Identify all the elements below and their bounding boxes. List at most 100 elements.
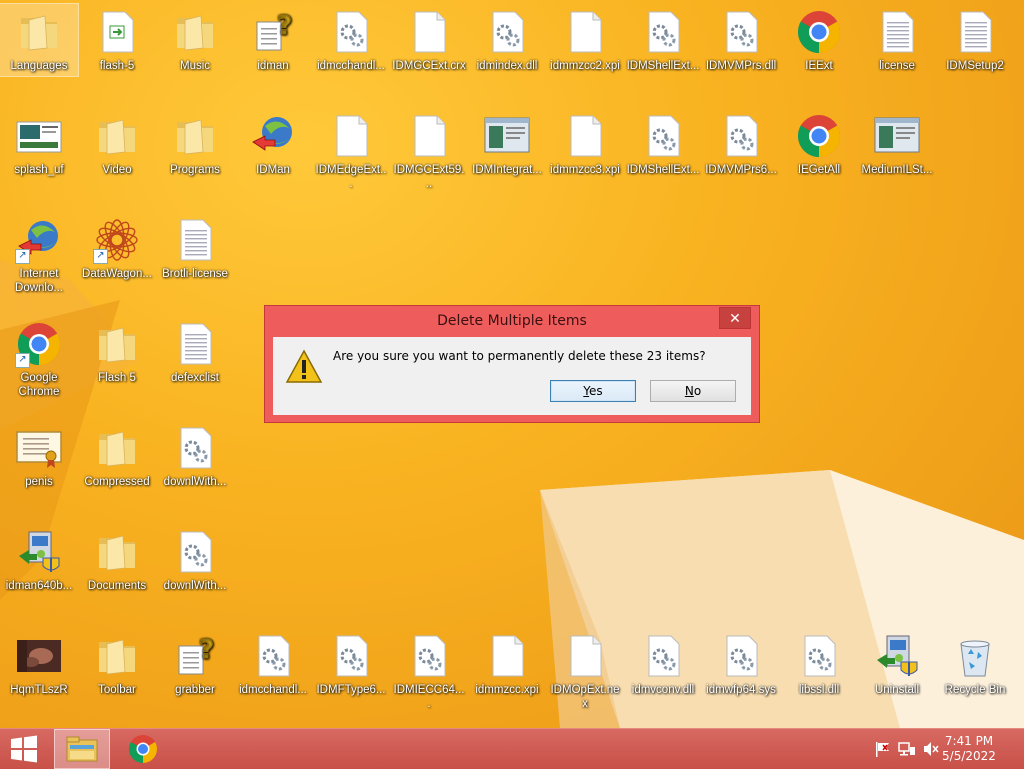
- desktop-icon[interactable]: IDMan: [234, 108, 312, 208]
- desktop-icon[interactable]: IDMGCExt59...: [390, 108, 468, 208]
- delete-dialog: Delete Multiple Items ✕ Are you sure you…: [264, 305, 760, 423]
- certificate-icon: [15, 424, 63, 472]
- desktop-icon[interactable]: IDMVMPrs6...: [702, 108, 780, 208]
- desktop-icon[interactable]: Brotli-license: [156, 212, 234, 312]
- clock-time: 7:41 PM: [944, 734, 994, 748]
- desktop-icon[interactable]: IEExt: [780, 4, 858, 104]
- start-button[interactable]: [0, 729, 48, 769]
- desktop-icon[interactable]: Programs: [156, 108, 234, 208]
- help-icon: ?: [171, 632, 219, 680]
- dll-icon: [717, 632, 765, 680]
- desktop-icon[interactable]: libssl.dll: [780, 628, 858, 728]
- dll-icon: [405, 632, 453, 680]
- desktop-icon[interactable]: flash-5: [78, 4, 156, 104]
- action-center-flag-icon[interactable]: [874, 741, 892, 757]
- chrome-icon: [129, 735, 157, 763]
- folder-icon: [93, 528, 141, 576]
- desktop-icon[interactable]: Documents: [78, 524, 156, 624]
- desktop-icon[interactable]: ↗ Internet Downlo...: [0, 212, 78, 312]
- desktop-icon[interactable]: IDMSetup2: [936, 4, 1014, 104]
- folder-icon: [93, 424, 141, 472]
- dialog-message: Are you sure you want to permanently del…: [333, 349, 706, 363]
- desktop-icon-label: IDMGCExt.crx: [392, 60, 466, 72]
- desktop-icon[interactable]: ↗ DataWagon...: [78, 212, 156, 312]
- desktop-icon-label: idmmzcc2.xpi: [550, 60, 620, 72]
- image-icon: [15, 112, 63, 160]
- dialog-titlebar[interactable]: Delete Multiple Items ✕: [265, 306, 759, 336]
- desktop-icon-label: splash_uf: [14, 164, 64, 176]
- yes-button[interactable]: Yes: [550, 380, 636, 402]
- text-icon: [171, 320, 219, 368]
- desktop-icon[interactable]: idmmzcc2.xpi: [546, 4, 624, 104]
- desktop-icon[interactable]: Toolbar: [78, 628, 156, 728]
- desktop-icon-label: IDMOpExt.nex: [550, 684, 620, 710]
- desktop-icon-label: idmindex.dll: [476, 60, 538, 72]
- desktop-icon[interactable]: IDMShellExt...: [624, 108, 702, 208]
- desktop-icon[interactable]: downlWith...: [156, 420, 234, 520]
- folder-icon: [15, 8, 63, 56]
- desktop-icon[interactable]: IDMGCExt.crx: [390, 4, 468, 104]
- desktop-icon-label: IDMShellExt...: [626, 164, 700, 176]
- desktop-icon[interactable]: ? grabber: [156, 628, 234, 728]
- desktop-icon[interactable]: Video: [78, 108, 156, 208]
- desktop-icon-label: IDMVMPrs6...: [705, 164, 777, 176]
- desktop-icon[interactable]: defexclist: [156, 316, 234, 416]
- desktop-icon[interactable]: ? idman: [234, 4, 312, 104]
- desktop-icon-label: idmmzcc3.xpi: [550, 164, 620, 176]
- desktop-icon[interactable]: IDMIECC64....: [390, 628, 468, 728]
- desktop-icon[interactable]: idmmzcc.xpi: [468, 628, 546, 728]
- desktop-icon[interactable]: Music: [156, 4, 234, 104]
- taskbar-file-explorer[interactable]: [54, 729, 110, 769]
- desktop-icon[interactable]: Recycle Bin: [936, 628, 1014, 728]
- file-icon: [561, 112, 609, 160]
- desktop-icon[interactable]: Uninstall: [858, 628, 936, 728]
- text-icon: [171, 216, 219, 264]
- installer-icon: [15, 528, 63, 576]
- file-icon: [327, 112, 375, 160]
- idm-icon: [249, 112, 297, 160]
- chrome-icon: [795, 112, 843, 160]
- desktop-icon[interactable]: IDMEdgeExt...: [312, 108, 390, 208]
- desktop-icon[interactable]: idmwfp64.sys: [702, 628, 780, 728]
- desktop-icon-label: MediumILSt...: [861, 164, 933, 176]
- desktop-icon[interactable]: idmcchandl...: [312, 4, 390, 104]
- desktop-icon[interactable]: idmindex.dll: [468, 4, 546, 104]
- desktop-icon[interactable]: idman640b...: [0, 524, 78, 624]
- network-icon[interactable]: [898, 741, 916, 757]
- desktop-icon[interactable]: splash_uf: [0, 108, 78, 208]
- desktop-icon[interactable]: idmmzcc3.xpi: [546, 108, 624, 208]
- desktop-icon[interactable]: Languages: [0, 3, 79, 77]
- dialog-title: Delete Multiple Items: [437, 313, 587, 329]
- dll-icon: [171, 424, 219, 472]
- desktop-icon[interactable]: license: [858, 4, 936, 104]
- desktop-icon[interactable]: IDMFType6...: [312, 628, 390, 728]
- desktop-icon[interactable]: ↗ Google Chrome: [0, 316, 78, 416]
- no-button[interactable]: No: [650, 380, 736, 402]
- desktop-icon[interactable]: IDMIntegrat...: [468, 108, 546, 208]
- desktop-icon-label: Programs: [170, 164, 220, 176]
- desktop-icon[interactable]: IDMOpExt.nex: [546, 628, 624, 728]
- taskbar-chrome[interactable]: [116, 729, 172, 769]
- desktop-icon-label: idman: [257, 60, 289, 72]
- desktop-icon[interactable]: penis: [0, 420, 78, 520]
- dll-icon: [249, 632, 297, 680]
- desktop-icon[interactable]: IDMShellExt...: [624, 4, 702, 104]
- clock-date: 5/5/2022: [942, 749, 996, 763]
- desktop-icon[interactable]: Compressed: [78, 420, 156, 520]
- desktop-icon[interactable]: MediumILSt...: [858, 108, 936, 208]
- desktop-icon[interactable]: HqmTLszR: [0, 628, 78, 728]
- file-icon: [561, 632, 609, 680]
- desktop-icon-label: Flash 5: [98, 372, 136, 384]
- desktop-icon[interactable]: idmcchandl...: [234, 628, 312, 728]
- desktop-icon-label: IDMan: [256, 164, 290, 176]
- desktop-icon[interactable]: Flash 5: [78, 316, 156, 416]
- desktop-icon-label: Recycle Bin: [944, 684, 1006, 696]
- desktop-icon-label: IDMSetup2: [946, 60, 1004, 72]
- desktop-icon[interactable]: IDMVMPrs.dll: [702, 4, 780, 104]
- close-button[interactable]: ✕: [719, 307, 751, 329]
- desktop-icon[interactable]: downlWith...: [156, 524, 234, 624]
- desktop-icon[interactable]: idmvconv.dll: [624, 628, 702, 728]
- desktop-icon[interactable]: IEGetAll: [780, 108, 858, 208]
- installer-icon: [873, 632, 921, 680]
- clock[interactable]: 7:41 PM 5/5/2022: [934, 734, 1004, 764]
